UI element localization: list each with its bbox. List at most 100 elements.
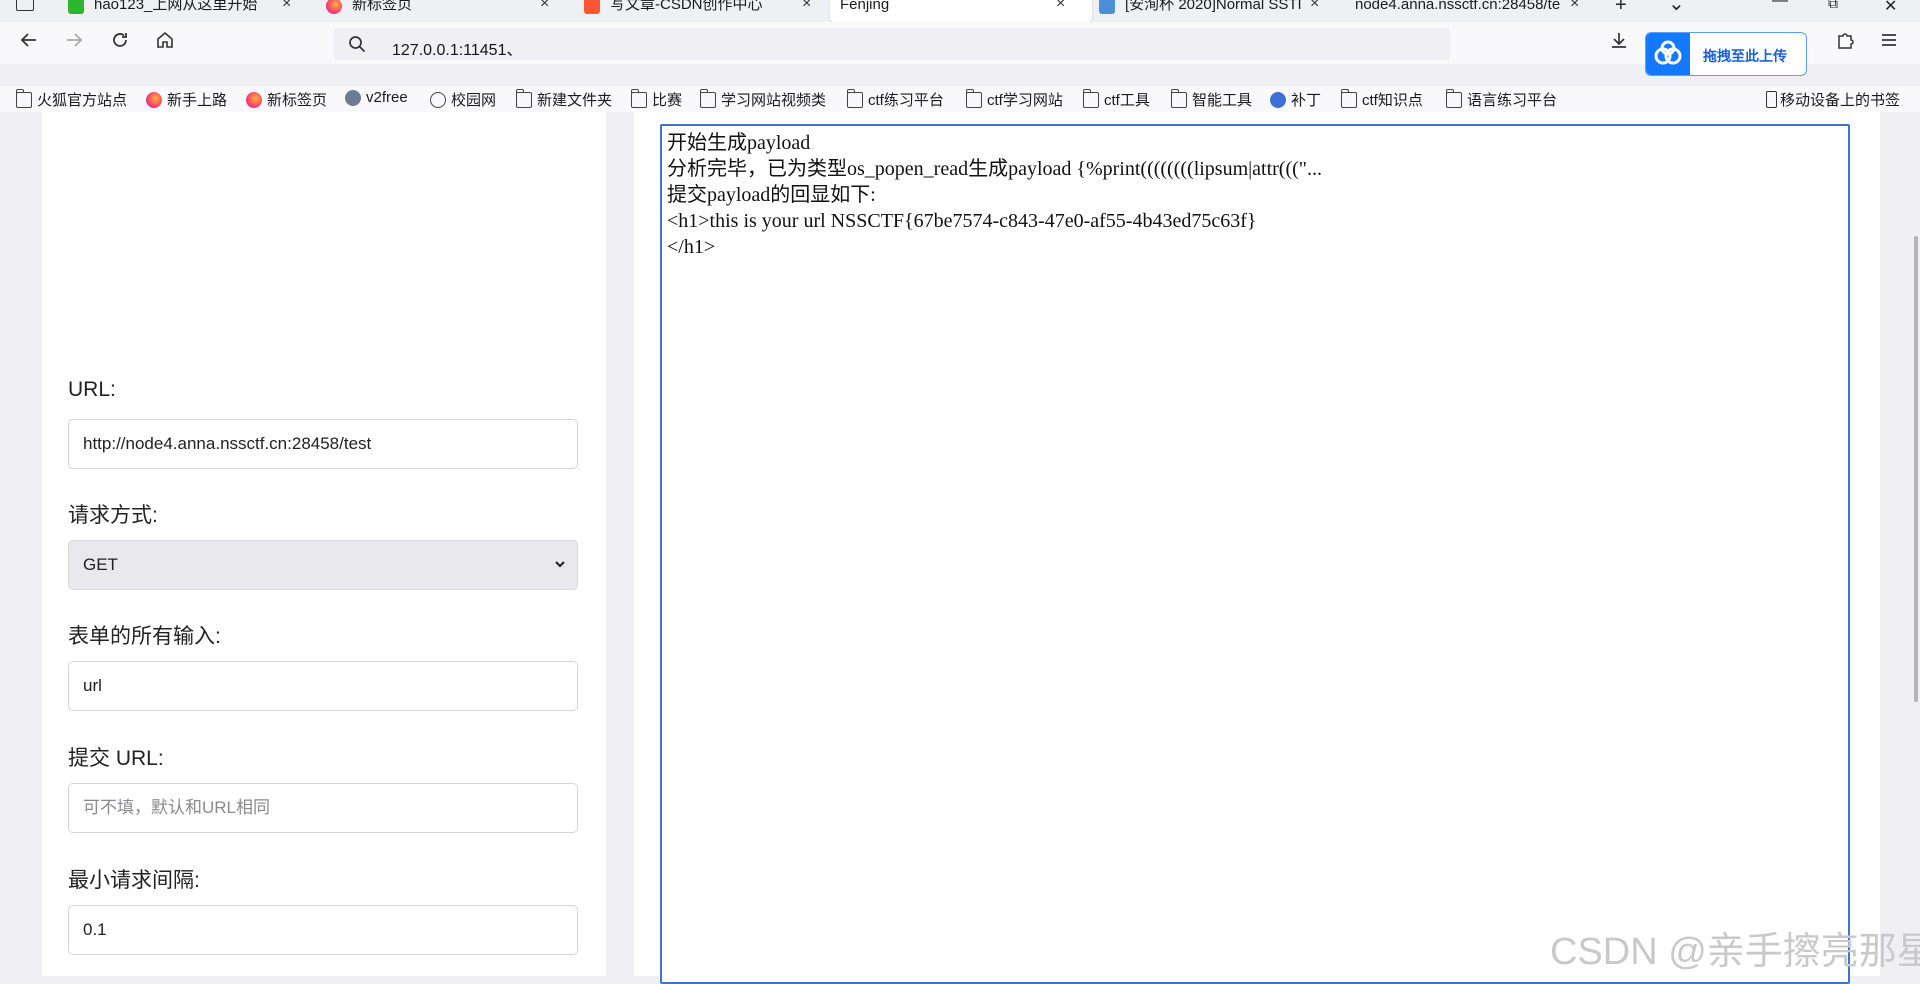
bookmark-item[interactable]: 新建文件夹 [515,88,612,110]
page-icon [1099,0,1115,14]
close-tab-icon[interactable]: × [282,0,291,12]
output-line: 分析完毕，已为类型os_popen_read生成payload {%print(… [667,158,1322,180]
page-scrollbar[interactable] [1914,236,1918,702]
url-label: URL: [68,378,116,401]
bookmark-label: 新手上路 [167,92,228,109]
config-panel: URL: http://node4.anna.nssctf.cn:28458/t… [42,112,606,976]
hao123-icon [68,0,84,14]
submit-url-label: 提交 URL: [68,747,164,770]
tab-label: 新标签页 [352,0,413,12]
bookmark-label: 补丁 [1291,92,1322,109]
submit-url-input[interactable]: 可不填，默认和URL相同 [68,783,578,833]
baidu-netdisk-icon [1646,33,1690,75]
bookmark-item[interactable]: 新标签页 [246,89,327,110]
download-icon [1612,33,1626,48]
folder-icon [515,88,532,108]
url-text: 127.0.0.1:11451、 [392,42,523,59]
bookmark-label: 火狐官方站点 [37,92,128,109]
interval-label: 最小请求间隔: [68,869,200,892]
bookmark-item[interactable]: 学习网站视频类 [699,88,827,110]
bookmark-item[interactable]: ctf知识点 [1340,88,1423,110]
puzzle-icon [1838,33,1854,49]
form-inputs-label: 表单的所有输入: [68,625,221,648]
restore-button[interactable]: ⧉ [1828,0,1838,12]
interval-input[interactable]: 0.1 [68,905,578,955]
arrow-right-icon [67,33,83,47]
close-tab-icon[interactable]: × [802,0,811,12]
output-line: 开始生成payload [667,132,811,154]
new-tab-button[interactable]: + [1615,0,1627,17]
tab-node4[interactable]: node4.anna.nssctf.cn:28458/te × [1345,0,1595,22]
close-tab-icon[interactable]: × [1056,0,1065,12]
bookmark-label: 新标签页 [267,92,328,109]
firefox-icon [326,0,342,14]
tab-label: 写文章-CSDN创作中心 [610,0,763,12]
mobile-bookmarks[interactable]: 移动设备上的书签 [1766,89,1900,110]
close-tab-icon[interactable]: × [1570,0,1579,12]
bookmark-item[interactable]: 新手上路 [146,89,227,110]
tab-label: node4.anna.nssctf.cn:28458/te [1355,0,1561,12]
folder-icon [1170,88,1187,108]
folder-icon [1445,88,1462,108]
tab-label: hao123_上网从这里开始 [94,0,258,12]
home-icon [157,31,173,48]
downloads-button[interactable] [1606,30,1632,56]
output-line: 提交payload的回显如下: [667,184,876,206]
bookmark-label: ctf工具 [1104,92,1150,109]
close-tab-icon[interactable]: × [1310,0,1319,12]
tab-strip: hao123_上网从这里开始 × 新标签页 × 写文章-CSDN创作中心 × F… [0,0,1920,22]
site-icon [1270,91,1286,108]
output-line: </h1> [667,236,716,258]
address-bar[interactable]: 127.0.0.1:11451、 [334,28,1450,60]
tab-fenjing[interactable]: Fenjing × [830,0,1092,22]
bookmark-item[interactable]: ctf工具 [1082,88,1150,110]
extensions-button[interactable] [1832,30,1858,56]
search-icon [349,36,366,53]
folder-icon [846,88,863,108]
bookmark-label: 智能工具 [1192,92,1253,109]
bookmark-item[interactable]: ctf练习平台 [846,88,944,110]
baidu-upload-button[interactable]: 拖拽至此上传 [1645,32,1807,76]
close-tab-icon[interactable]: × [540,0,549,12]
output-textarea[interactable]: 开始生成payload 分析完毕，已为类型os_popen_read生成payl… [660,124,1850,984]
bookmark-item[interactable]: 补丁 [1270,89,1321,110]
forward-button[interactable] [61,30,87,56]
bookmark-item[interactable]: v2free [345,89,408,106]
firefox-icon [146,91,162,108]
folder-icon [1340,88,1357,108]
tab-overview-icon[interactable] [16,0,34,11]
folder-icon [15,88,32,108]
tab-hao123[interactable]: hao123_上网从这里开始 × [60,0,308,22]
tab-list-button[interactable]: ⌄ [1668,0,1685,16]
url-input[interactable]: http://node4.anna.nssctf.cn:28458/test [68,419,578,469]
folder-icon [699,88,716,108]
form-inputs-field[interactable]: url [68,661,578,711]
minimize-button[interactable]: — [1772,0,1788,10]
output-panel: 开始生成payload 分析完毕，已为类型os_popen_read生成payl… [634,112,1880,984]
reload-button[interactable] [107,30,133,56]
bookmark-label: 语言练习平台 [1467,92,1558,109]
bookmark-item[interactable]: ctf学习网站 [965,88,1063,110]
menu-button[interactable] [1876,30,1902,56]
bookmark-label: 学习网站视频类 [721,92,827,109]
bookmark-item[interactable]: 智能工具 [1170,88,1253,110]
bookmark-item[interactable]: 校园网 [430,89,496,110]
back-button[interactable] [16,30,42,56]
folder-icon [965,88,982,108]
method-select[interactable]: GET [68,540,578,590]
tab-new-tab[interactable]: 新标签页 × [318,0,566,22]
tab-csdn[interactable]: 写文章-CSDN创作中心 × [580,0,824,22]
bookmark-item[interactable]: 语言练习平台 [1445,88,1558,110]
mobile-device-icon [1766,91,1777,108]
home-button[interactable] [152,30,178,56]
reload-icon [113,33,127,47]
bookmarks-toolbar: 火狐官方站点 新手上路 新标签页 v2free 校园网 新建文件夹 比赛 学习网… [0,86,1920,113]
tab-anxun-ssti[interactable]: [安洵杯 2020]Normal SSTI × [1095,0,1339,22]
telegram-icon [345,89,361,106]
bookmark-label: ctf学习网站 [987,92,1063,109]
bookmark-item[interactable]: 火狐官方站点 [15,88,128,110]
close-window-button[interactable]: ✕ [1884,0,1897,16]
folder-icon [630,88,647,108]
bookmark-item[interactable]: 比赛 [630,88,682,110]
hamburger-icon [1882,34,1896,46]
